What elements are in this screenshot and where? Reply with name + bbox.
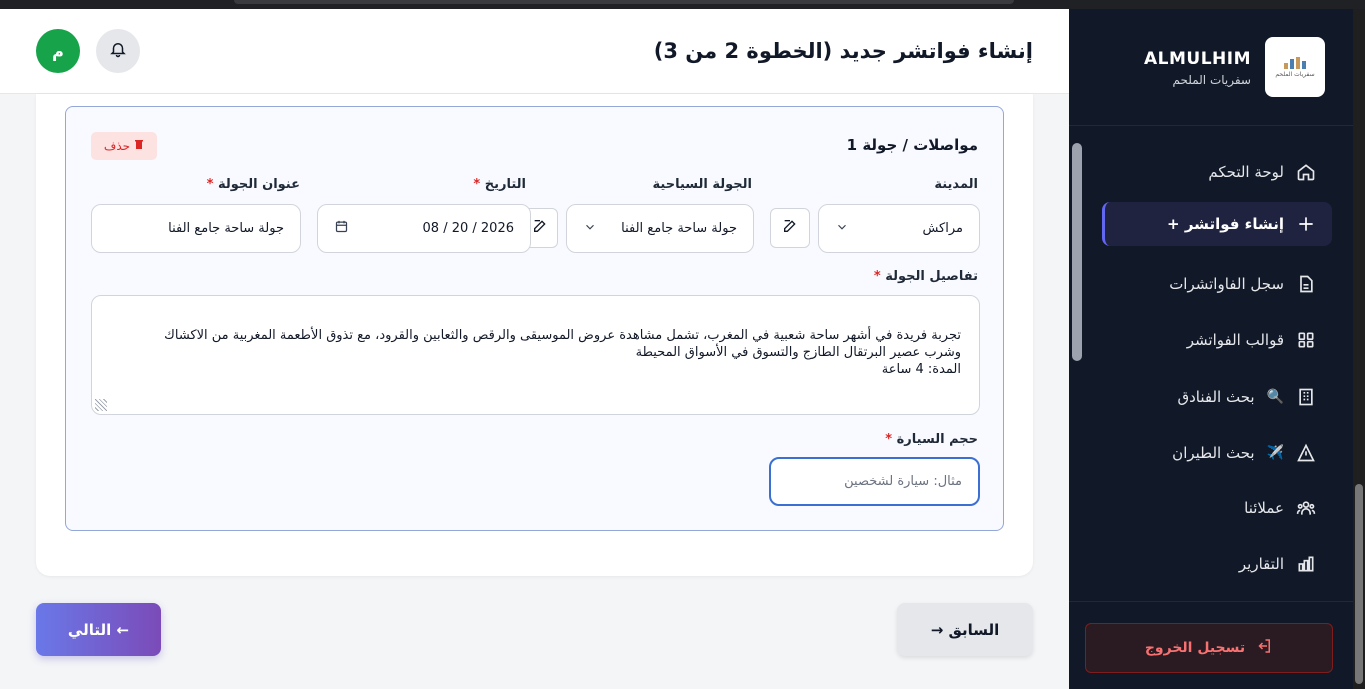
sidebar-item-label: عملائنا bbox=[1244, 499, 1284, 517]
page-title: إنشاء فواتشر جديد (الخطوة 2 من 3) bbox=[653, 39, 1033, 63]
building-icon bbox=[1296, 387, 1316, 407]
city-value: مراكش bbox=[922, 221, 963, 236]
airplane-emoji-icon: ✈️ bbox=[1266, 445, 1284, 461]
navigation-icon bbox=[1296, 443, 1316, 463]
car-size-input[interactable]: مثال: سيارة لشخصين bbox=[769, 457, 980, 506]
sidebar-item-label: سجل الفاواتشرات bbox=[1169, 275, 1284, 293]
calendar-icon[interactable] bbox=[334, 219, 349, 238]
sidebar-item-label: بحث الطيران bbox=[1172, 444, 1255, 462]
next-button[interactable]: التالي ← bbox=[36, 603, 161, 656]
page-scrollbar-thumb[interactable] bbox=[1355, 484, 1363, 684]
sidebar-item-customers[interactable]: عملائنا bbox=[1102, 486, 1332, 530]
tour-label: الجولة السياحية bbox=[652, 177, 752, 192]
browser-top-strip bbox=[0, 0, 1365, 9]
sidebar-item-label: + إنشاء فواتشر bbox=[1167, 215, 1284, 233]
logout-icon bbox=[1255, 637, 1273, 659]
tour-section-title: مواصلات / جولة 1 bbox=[846, 136, 978, 154]
sidebar-item-hotel-search[interactable]: 🔍 بحث الفنادق bbox=[1102, 375, 1332, 419]
plus-icon bbox=[1296, 214, 1316, 234]
tour-title-input[interactable]: جولة ساحة جامع الفنا bbox=[91, 204, 301, 253]
details-textarea[interactable]: تجربة فريدة في أشهر ساحة شعبية في المغرب… bbox=[91, 295, 980, 415]
chevron-down-icon bbox=[835, 220, 849, 238]
page-scrollbar[interactable] bbox=[1353, 9, 1365, 689]
avatar[interactable]: م bbox=[36, 29, 80, 73]
notifications-button[interactable] bbox=[96, 29, 140, 73]
details-value: تجربة فريدة في أشهر ساحة شعبية في المغرب… bbox=[164, 328, 961, 377]
sidebar-item-reports[interactable]: التقارير bbox=[1102, 542, 1332, 586]
sidebar-item-label: قوالب الفواتشر bbox=[1186, 331, 1284, 349]
car-size-label: حجم السيارة * bbox=[885, 432, 978, 447]
edit-city-button[interactable] bbox=[770, 208, 810, 248]
trash-icon bbox=[134, 139, 144, 153]
brand-block: سفريات الملحم ALMULHIM سفريات الملحم bbox=[1069, 9, 1353, 126]
sidebar-item-create-voucher[interactable]: + إنشاء فواتشر bbox=[1102, 202, 1332, 246]
document-icon bbox=[1296, 274, 1316, 294]
users-icon bbox=[1296, 498, 1316, 518]
logo-mark-icon bbox=[1284, 56, 1306, 69]
delete-tour-button[interactable]: حذف bbox=[91, 132, 157, 160]
tour-section: مواصلات / جولة 1 حذف المدينة الجولة السي… bbox=[65, 106, 1004, 531]
car-size-placeholder: مثال: سيارة لشخصين bbox=[844, 474, 962, 489]
tour-title-label: عنوان الجولة * bbox=[206, 177, 300, 192]
sidebar: سفريات الملحم ALMULHIM سفريات الملحم لوح… bbox=[1069, 9, 1353, 689]
logout-label: تسجيل الخروج bbox=[1144, 640, 1246, 656]
brand-logo: سفريات الملحم bbox=[1265, 37, 1325, 97]
grid-icon bbox=[1296, 330, 1316, 350]
logout-button[interactable]: تسجيل الخروج bbox=[1085, 623, 1333, 673]
date-label: التاريخ * bbox=[473, 177, 526, 192]
sidebar-item-voucher-templates[interactable]: قوالب الفواتشر bbox=[1102, 318, 1332, 362]
delete-label: حذف bbox=[103, 139, 131, 153]
chart-icon bbox=[1296, 554, 1316, 574]
date-input[interactable]: 08 / 20 / 2026 bbox=[317, 204, 531, 253]
details-label: تفاصيل الجولة * bbox=[873, 269, 978, 284]
sidebar-item-dashboard[interactable]: لوحة التحكم bbox=[1102, 150, 1332, 194]
brand-title: ALMULHIM bbox=[1143, 49, 1251, 69]
city-label: المدينة bbox=[934, 177, 978, 192]
sidebar-item-voucher-log[interactable]: سجل الفاواتشرات bbox=[1102, 262, 1332, 306]
tab-bar bbox=[234, 0, 1014, 4]
chevron-down-icon bbox=[583, 220, 597, 238]
sidebar-item-label: بحث الفنادق bbox=[1177, 388, 1255, 406]
tour-select[interactable]: جولة ساحة جامع الفنا bbox=[566, 204, 754, 253]
page-header: إنشاء فواتشر جديد (الخطوة 2 من 3) م bbox=[0, 9, 1069, 94]
edit-icon bbox=[782, 218, 798, 238]
search-emoji-icon: 🔍 bbox=[1266, 389, 1284, 405]
bell-icon bbox=[109, 40, 127, 62]
sidebar-item-label: التقارير bbox=[1238, 555, 1284, 573]
home-icon bbox=[1296, 162, 1316, 182]
sidebar-item-flight-search[interactable]: ✈️ بحث الطيران bbox=[1102, 431, 1332, 475]
resize-handle[interactable] bbox=[95, 399, 107, 411]
sidebar-item-label: لوحة التحكم bbox=[1208, 163, 1284, 181]
brand-subtitle: سفريات الملحم bbox=[1172, 73, 1252, 87]
main-scrollbar-thumb[interactable] bbox=[1072, 143, 1082, 361]
previous-button[interactable]: → السابق bbox=[897, 603, 1033, 656]
city-select[interactable]: مراكش bbox=[818, 204, 980, 253]
tour-value: جولة ساحة جامع الفنا bbox=[621, 221, 737, 236]
tour-title-value: جولة ساحة جامع الفنا bbox=[168, 221, 284, 236]
date-value: 08 / 20 / 2026 bbox=[422, 221, 514, 236]
logo-text: سفريات الملحم bbox=[1275, 70, 1315, 78]
logout-section: تسجيل الخروج bbox=[1069, 601, 1353, 689]
main-scrollbar[interactable] bbox=[1069, 9, 1085, 689]
edit-icon bbox=[532, 218, 548, 238]
